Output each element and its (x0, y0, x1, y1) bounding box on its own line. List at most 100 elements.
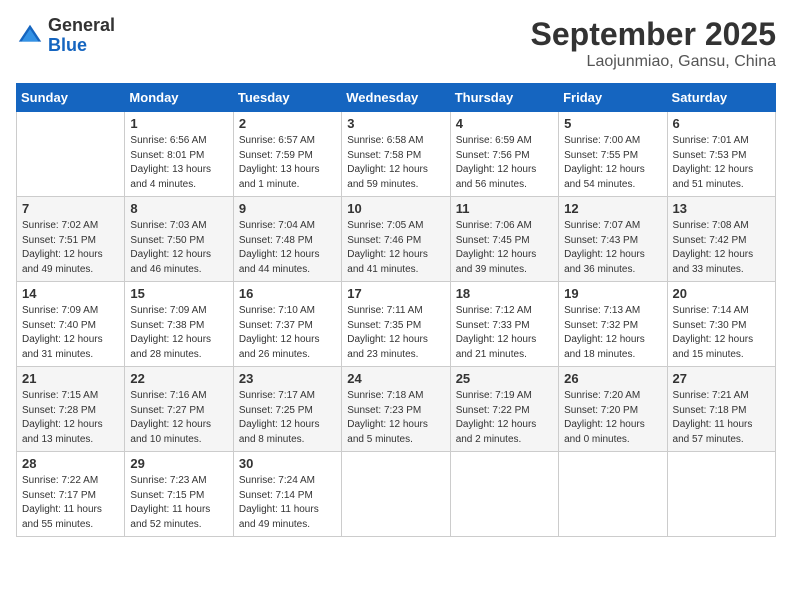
calendar-cell: 1 Sunrise: 6:56 AMSunset: 8:01 PMDaylight… (125, 112, 233, 197)
day-info: Sunrise: 7:22 AMSunset: 7:17 PMDaylight:… (22, 474, 119, 532)
day-info: Sunrise: 7:13 AMSunset: 7:32 PMDaylight:… (564, 304, 661, 362)
calendar-cell: 22 Sunrise: 7:16 AMSunset: 7:27 PMDayligh… (125, 367, 233, 452)
calendar-cell: 14 Sunrise: 7:09 AMSunset: 7:40 PMDayligh… (17, 282, 125, 367)
day-info: Sunrise: 7:08 AMSunset: 7:42 PMDaylight:… (673, 219, 770, 277)
calendar-cell: 5Sunrise: 7:00 AMSunset: 7:55 PMDaylight… (559, 112, 667, 197)
logo: General Blue (16, 16, 115, 56)
day-of-week-friday: Friday (559, 84, 667, 112)
calendar-cell: 6 Sunrise: 7:01 AMSunset: 7:53 PMDaylight… (667, 112, 775, 197)
day-info: Sunrise: 7:03 AMSunset: 7:50 PMDaylight:… (130, 219, 227, 277)
day-info: Sunrise: 7:11 AMSunset: 7:35 PMDaylight:… (347, 304, 444, 362)
calendar-cell: 9 Sunrise: 7:04 AMSunset: 7:48 PMDaylight… (233, 197, 341, 282)
day-info: Sunrise: 7:01 AMSunset: 7:53 PMDaylight:… (673, 134, 770, 192)
calendar-cell: 8Sunrise: 7:03 AMSunset: 7:50 PMDaylight… (125, 197, 233, 282)
day-of-week-saturday: Saturday (667, 84, 775, 112)
day-number: 14 (22, 286, 119, 301)
day-info: Sunrise: 7:10 AMSunset: 7:37 PMDaylight:… (239, 304, 336, 362)
title-block: September 2025 Laojunmiao, Gansu, China (531, 16, 776, 71)
day-number: 25 (456, 371, 553, 386)
day-number: 29 (130, 456, 227, 471)
day-number: 2 (239, 116, 336, 131)
days-of-week-row: SundayMondayTuesdayWednesdayThursdayFrid… (17, 84, 776, 112)
calendar-cell (17, 112, 125, 197)
day-info: Sunrise: 6:59 AMSunset: 7:56 PMDaylight:… (456, 134, 553, 192)
calendar-cell: 13 Sunrise: 7:08 AMSunset: 7:42 PMDayligh… (667, 197, 775, 282)
day-info: Sunrise: 7:07 AMSunset: 7:43 PMDaylight:… (564, 219, 661, 277)
day-info: Sunrise: 7:06 AMSunset: 7:45 PMDaylight:… (456, 219, 553, 277)
day-info: Sunrise: 7:24 AMSunset: 7:14 PMDaylight:… (239, 474, 336, 532)
calendar-week-1: 1 Sunrise: 6:56 AMSunset: 8:01 PMDaylight… (17, 112, 776, 197)
day-info: Sunrise: 7:02 AMSunset: 7:51 PMDaylight:… (22, 219, 119, 277)
logo-general-text: General (48, 15, 115, 35)
calendar-week-5: 28 Sunrise: 7:22 AMSunset: 7:17 PMDayligh… (17, 452, 776, 537)
calendar-cell: 4Sunrise: 6:59 AMSunset: 7:56 PMDaylight… (450, 112, 558, 197)
day-info: Sunrise: 6:57 AMSunset: 7:59 PMDaylight:… (239, 134, 336, 192)
day-info: Sunrise: 7:21 AMSunset: 7:18 PMDaylight:… (673, 389, 770, 447)
day-info: Sunrise: 6:58 AMSunset: 7:58 PMDaylight:… (347, 134, 444, 192)
day-number: 19 (564, 286, 661, 301)
calendar-cell: 27 Sunrise: 7:21 AMSunset: 7:18 PMDayligh… (667, 367, 775, 452)
calendar-cell: 11 Sunrise: 7:06 AMSunset: 7:45 PMDayligh… (450, 197, 558, 282)
day-number: 9 (239, 201, 336, 216)
logo-icon (16, 22, 44, 50)
day-number: 16 (239, 286, 336, 301)
page-header: General Blue September 2025 Laojunmiao, … (16, 16, 776, 71)
calendar-cell: 24 Sunrise: 7:18 AMSunset: 7:23 PMDayligh… (342, 367, 450, 452)
day-number: 18 (456, 286, 553, 301)
day-of-week-monday: Monday (125, 84, 233, 112)
calendar-cell: 29 Sunrise: 7:23 AMSunset: 7:15 PMDayligh… (125, 452, 233, 537)
calendar-cell: 25 Sunrise: 7:19 AMSunset: 7:22 PMDayligh… (450, 367, 558, 452)
day-info: Sunrise: 7:14 AMSunset: 7:30 PMDaylight:… (673, 304, 770, 362)
day-info: Sunrise: 7:19 AMSunset: 7:22 PMDaylight:… (456, 389, 553, 447)
day-number: 22 (130, 371, 227, 386)
calendar-cell: 26Sunrise: 7:20 AMSunset: 7:20 PMDayligh… (559, 367, 667, 452)
calendar-cell: 10Sunrise: 7:05 AMSunset: 7:46 PMDayligh… (342, 197, 450, 282)
day-number: 13 (673, 201, 770, 216)
day-number: 26 (564, 371, 661, 386)
day-number: 15 (130, 286, 227, 301)
day-info: Sunrise: 7:23 AMSunset: 7:15 PMDaylight:… (130, 474, 227, 532)
day-number: 20 (673, 286, 770, 301)
calendar-cell: 3 Sunrise: 6:58 AMSunset: 7:58 PMDaylight… (342, 112, 450, 197)
day-info: Sunrise: 7:09 AMSunset: 7:40 PMDaylight:… (22, 304, 119, 362)
day-info: Sunrise: 6:56 AMSunset: 8:01 PMDaylight:… (130, 134, 227, 192)
calendar-cell (342, 452, 450, 537)
day-of-week-thursday: Thursday (450, 84, 558, 112)
calendar-cell (559, 452, 667, 537)
calendar-subtitle: Laojunmiao, Gansu, China (531, 53, 776, 71)
calendar-cell (667, 452, 775, 537)
calendar-cell: 15 Sunrise: 7:09 AMSunset: 7:38 PMDayligh… (125, 282, 233, 367)
day-number: 27 (673, 371, 770, 386)
calendar-cell: 2 Sunrise: 6:57 AMSunset: 7:59 PMDaylight… (233, 112, 341, 197)
day-number: 17 (347, 286, 444, 301)
calendar-cell (450, 452, 558, 537)
logo-blue-text: Blue (48, 35, 87, 55)
calendar-week-3: 14 Sunrise: 7:09 AMSunset: 7:40 PMDayligh… (17, 282, 776, 367)
day-info: Sunrise: 7:04 AMSunset: 7:48 PMDaylight:… (239, 219, 336, 277)
day-number: 1 (130, 116, 227, 131)
calendar-week-2: 7Sunrise: 7:02 AMSunset: 7:51 PMDaylight… (17, 197, 776, 282)
calendar-cell: 30 Sunrise: 7:24 AMSunset: 7:14 PMDayligh… (233, 452, 341, 537)
day-number: 24 (347, 371, 444, 386)
day-info: Sunrise: 7:18 AMSunset: 7:23 PMDaylight:… (347, 389, 444, 447)
day-number: 23 (239, 371, 336, 386)
day-number: 30 (239, 456, 336, 471)
day-number: 6 (673, 116, 770, 131)
day-number: 12 (564, 201, 661, 216)
day-number: 3 (347, 116, 444, 131)
calendar-cell: 28 Sunrise: 7:22 AMSunset: 7:17 PMDayligh… (17, 452, 125, 537)
day-of-week-tuesday: Tuesday (233, 84, 341, 112)
day-of-week-sunday: Sunday (17, 84, 125, 112)
day-number: 28 (22, 456, 119, 471)
day-info: Sunrise: 7:12 AMSunset: 7:33 PMDaylight:… (456, 304, 553, 362)
day-of-week-wednesday: Wednesday (342, 84, 450, 112)
calendar-cell: 19 Sunrise: 7:13 AMSunset: 7:32 PMDayligh… (559, 282, 667, 367)
calendar-cell: 21Sunrise: 7:15 AMSunset: 7:28 PMDayligh… (17, 367, 125, 452)
calendar-title: September 2025 (531, 16, 776, 53)
day-info: Sunrise: 7:09 AMSunset: 7:38 PMDaylight:… (130, 304, 227, 362)
calendar-cell: 23Sunrise: 7:17 AMSunset: 7:25 PMDayligh… (233, 367, 341, 452)
day-number: 10 (347, 201, 444, 216)
day-info: Sunrise: 7:16 AMSunset: 7:27 PMDaylight:… (130, 389, 227, 447)
day-info: Sunrise: 7:00 AMSunset: 7:55 PMDaylight:… (564, 134, 661, 192)
day-number: 11 (456, 201, 553, 216)
